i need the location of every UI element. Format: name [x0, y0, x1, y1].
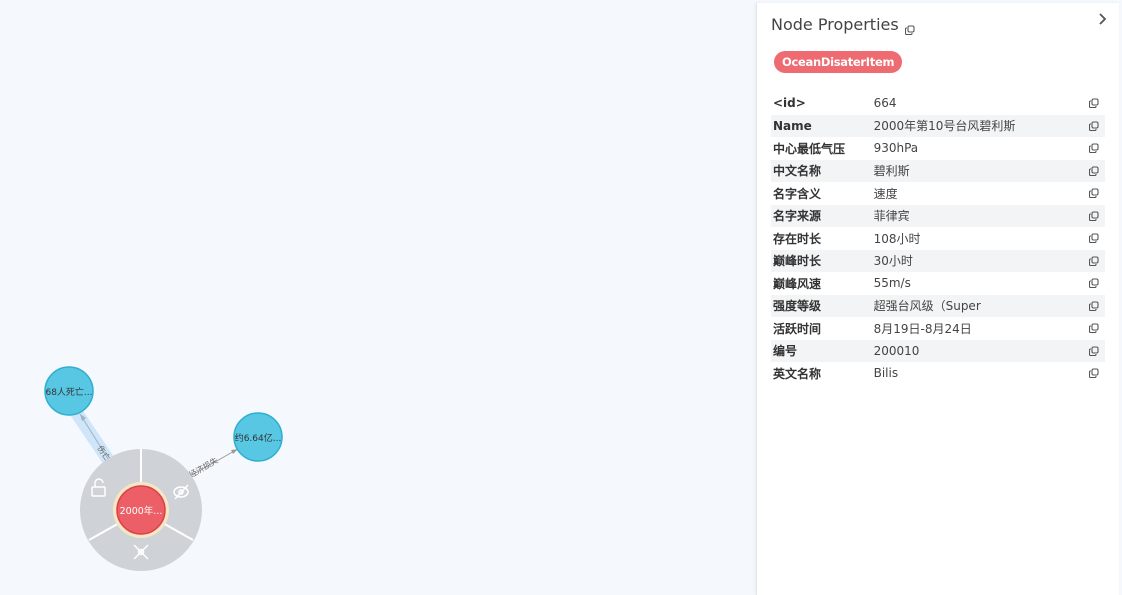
edge-label-economic-loss: 经济损失	[187, 455, 220, 480]
property-value: 8月19日-8月24日	[873, 321, 972, 336]
property-key: 强度等级	[771, 294, 872, 317]
property-value: 碧利斯	[871, 159, 1077, 182]
property-key: 存在时长	[773, 231, 822, 246]
copy-icon[interactable]	[904, 20, 915, 35]
copy-icon[interactable]	[1079, 346, 1103, 356]
copy-icon[interactable]	[1079, 188, 1103, 199]
panel-header: Node Properties	[771, 15, 915, 35]
property-key: 巅峰风速	[773, 276, 822, 291]
copy-icon[interactable]	[1079, 143, 1103, 154]
copy-icon[interactable]	[1079, 256, 1103, 266]
copy-icon[interactable]	[1079, 323, 1103, 334]
property-value: Bilis	[873, 366, 899, 381]
center-node-label: 2000年...	[120, 505, 163, 517]
property-row: 巅峰时长 30小时	[771, 249, 1105, 272]
property-key: Name	[771, 114, 872, 137]
property-value: 200010	[871, 339, 1077, 362]
property-row: Name 2000年第10号台风碧利斯	[771, 114, 1105, 137]
node-casualty[interactable]: 68人死亡...	[44, 366, 94, 416]
property-row: 强度等级 超强台风级（Super	[771, 294, 1105, 317]
property-key: 名字来源	[771, 204, 872, 227]
node-economic-loss[interactable]: 约6.64亿...	[233, 412, 283, 462]
property-row: 存在时长 108小时	[771, 227, 1105, 250]
panel-title: Node Properties	[771, 15, 899, 34]
copy-icon[interactable]	[1079, 121, 1103, 131]
node-casualty-label: 68人死亡...	[45, 386, 92, 398]
center-node[interactable]: 2000年...	[113, 482, 169, 538]
property-row: <id> 664	[771, 92, 1105, 115]
property-copy-cell	[1076, 159, 1105, 182]
property-copy-cell	[1076, 249, 1105, 272]
property-value: 108小时	[873, 231, 921, 246]
property-key: 巅峰时长	[771, 249, 872, 272]
node-properties-panel: Node Properties OceanDisaterItem <id> 664…	[756, 3, 1119, 595]
properties-table: <id> 664 Name 2000年第10号台风碧利斯 中心最低气压 930hPa 中文名…	[771, 92, 1105, 385]
property-row: 活跃时间 8月19日-8月24日	[771, 317, 1105, 340]
property-copy-cell	[1076, 339, 1105, 362]
property-copy-cell	[1077, 182, 1105, 205]
graph-canvas[interactable]: 伤亡率 经济损失 2000年... 68人死亡... 约6.64亿...	[0, 0, 756, 595]
property-row: 编号 200010	[771, 339, 1105, 362]
property-row: 英文名称 Bilis	[771, 362, 1105, 385]
property-value: 55m/s	[873, 276, 911, 291]
property-row: 巅峰风速 55m/s	[771, 272, 1105, 295]
property-copy-cell	[1077, 92, 1105, 115]
property-key: 英文名称	[773, 366, 822, 381]
property-copy-cell	[1076, 204, 1105, 227]
property-value: 2000年第10号台风碧利斯	[871, 114, 1077, 137]
property-copy-cell	[1077, 362, 1105, 385]
property-value: 速度	[873, 186, 898, 201]
copy-icon[interactable]	[1079, 233, 1103, 244]
property-value: 930hPa	[873, 141, 919, 156]
label-badge[interactable]: OceanDisaterItem	[774, 51, 903, 73]
property-key: 中文名称	[771, 159, 872, 182]
chevron-right-icon[interactable]	[1097, 13, 1107, 29]
copy-icon[interactable]	[1079, 98, 1103, 109]
property-value: 30小时	[871, 249, 1077, 272]
property-copy-cell	[1076, 294, 1105, 317]
property-key: <id>	[773, 96, 806, 111]
property-row: 中心最低气压 930hPa	[771, 137, 1105, 160]
property-copy-cell	[1077, 137, 1105, 160]
node-economic-loss-label: 约6.64亿...	[235, 432, 282, 444]
copy-icon[interactable]	[1079, 166, 1103, 176]
property-value: 菲律宾	[871, 204, 1077, 227]
property-copy-cell	[1077, 317, 1105, 340]
copy-icon[interactable]	[1079, 211, 1103, 221]
property-row: 名字来源 菲律宾	[771, 204, 1105, 227]
property-row: 中文名称 碧利斯	[771, 159, 1105, 182]
copy-icon[interactable]	[1079, 301, 1103, 311]
copy-icon[interactable]	[1079, 278, 1103, 289]
property-key: 中心最低气压	[773, 141, 846, 156]
property-value: 664	[873, 96, 897, 111]
property-key: 活跃时间	[773, 321, 822, 336]
property-copy-cell	[1077, 272, 1105, 295]
property-value: 超强台风级（Super	[871, 294, 1077, 317]
property-key: 名字含义	[773, 186, 822, 201]
copy-icon[interactable]	[1079, 368, 1103, 379]
property-copy-cell	[1076, 114, 1105, 137]
property-key: 编号	[771, 339, 872, 362]
property-row: 名字含义 速度	[771, 182, 1105, 205]
property-copy-cell	[1077, 227, 1105, 250]
